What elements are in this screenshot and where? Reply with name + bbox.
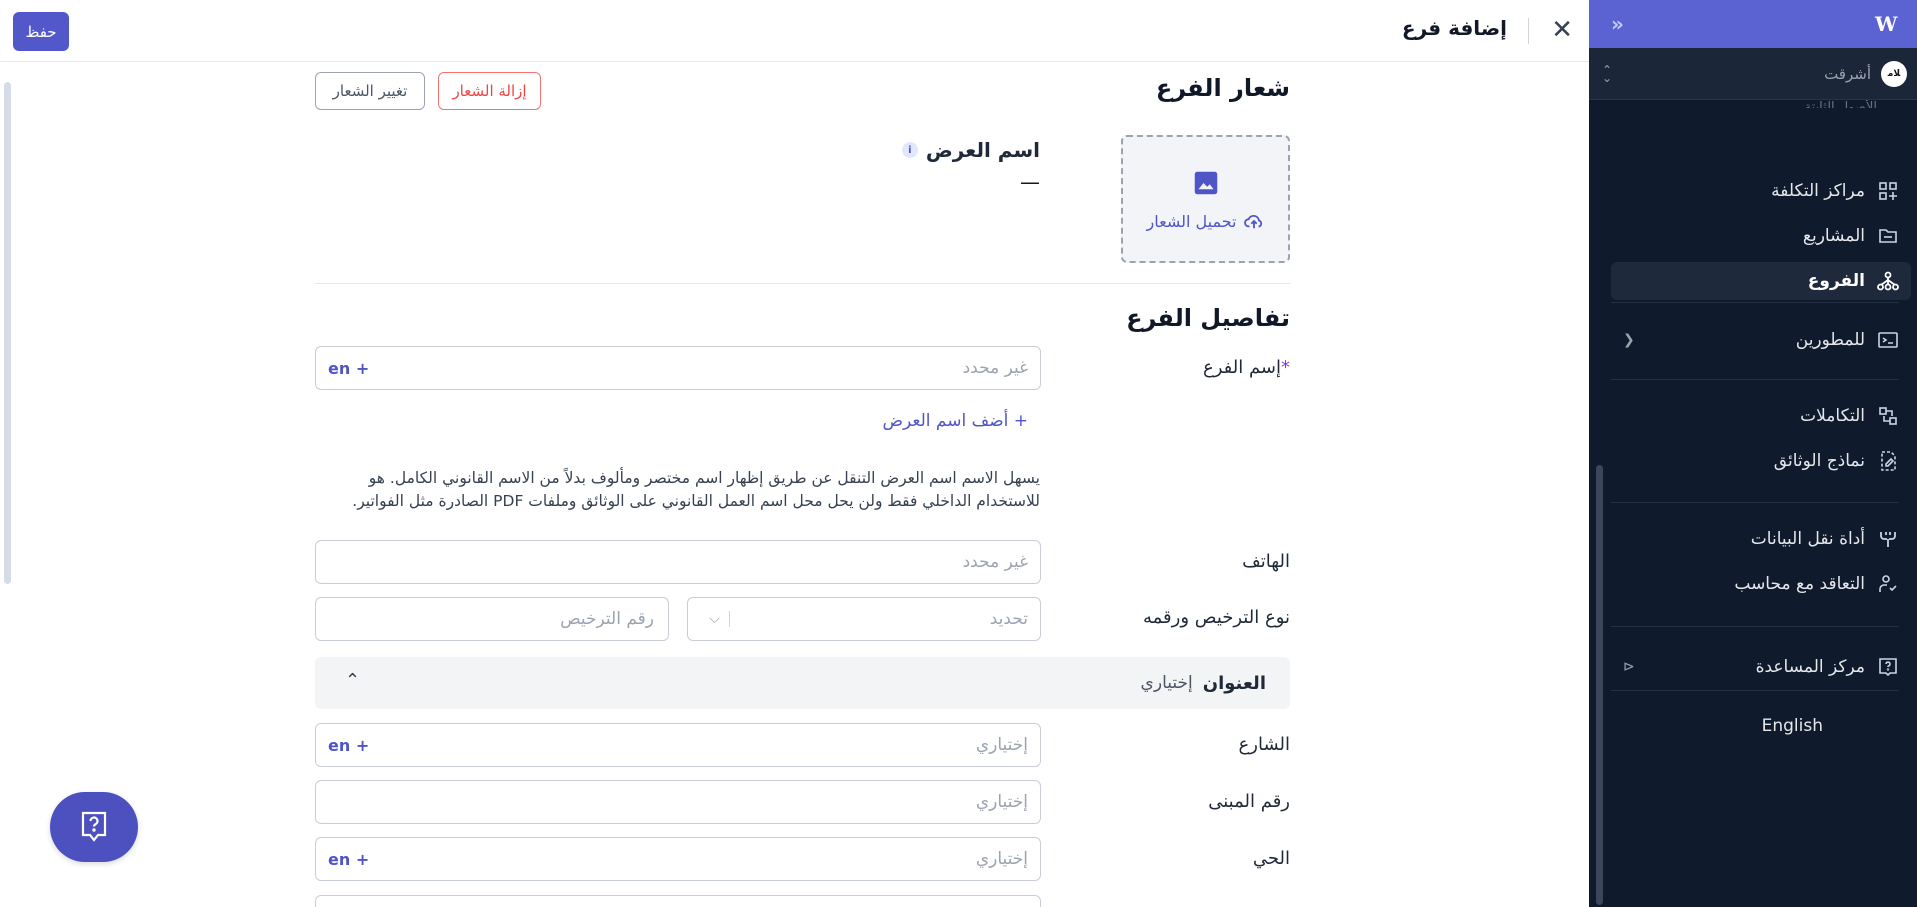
- sidebar-item-help-center[interactable]: مركز المساعدة ⊲: [1611, 648, 1911, 686]
- display-name-value: —: [1020, 170, 1040, 194]
- chevron-left-icon: ❮: [1623, 332, 1635, 348]
- details-section-title: تفاصيل الفرع: [1126, 304, 1290, 332]
- add-translation-button[interactable]: en +: [328, 736, 369, 755]
- district-label: الحي: [1252, 848, 1290, 869]
- avatar: ﻼﻣ: [1881, 60, 1907, 87]
- panel-header: ✕ إضافة فرع حفظ: [0, 0, 1589, 62]
- video-play-icon: ⊲: [1623, 659, 1635, 675]
- collapse-sidebar-icon[interactable]: »: [1611, 12, 1624, 36]
- sidebar-item-data-migration[interactable]: أداة نقل البيانات: [1611, 520, 1911, 558]
- chevron-down-icon: ⌵: [700, 611, 730, 627]
- organization-name: أشرقت: [1824, 64, 1871, 83]
- app-logo: W: [1875, 12, 1898, 36]
- address-optional-label: إختياري: [1140, 673, 1193, 693]
- help-chat-button[interactable]: [50, 792, 138, 862]
- add-branch-panel: ✕ إضافة فرع حفظ شعار الفرع إزالة الشعار …: [0, 0, 1589, 907]
- info-icon[interactable]: i: [901, 142, 918, 158]
- integrations-icon: [1877, 405, 1899, 427]
- sidebar-item-cost-centers[interactable]: مراكز التكلفة: [1611, 172, 1911, 210]
- sidebar-item-document-templates[interactable]: نماذج الوثائق: [1611, 442, 1911, 480]
- branch-name-label: *إسم الفرع: [1202, 357, 1290, 378]
- accountant-icon: [1877, 573, 1899, 595]
- sidebar-nav: الأصول الثابتة مراكز التكلفة المشاريع ال…: [1589, 100, 1917, 907]
- change-logo-button[interactable]: تغيير الشعار: [315, 72, 425, 110]
- street-label: الشارع: [1238, 734, 1290, 755]
- save-button[interactable]: حفظ: [13, 12, 69, 51]
- sidebar-item-branches[interactable]: الفروع: [1611, 262, 1911, 300]
- help-center-icon: [1877, 656, 1899, 678]
- add-display-name-link[interactable]: + أضف اسم العرض: [882, 411, 1028, 431]
- data-migration-icon: [1877, 528, 1899, 550]
- chevron-up-icon[interactable]: ⌃: [345, 670, 360, 691]
- add-translation-button[interactable]: en +: [328, 359, 369, 378]
- sidebar: » W ﻼﻣ أشرقت ⌃ ⌄ الأصول الثابتة مراكز الت…: [1589, 0, 1917, 907]
- branches-icon: [1877, 270, 1899, 292]
- section-divider: [315, 283, 1290, 284]
- license-label: نوع الترخيص ورقمه: [1143, 607, 1290, 628]
- building-number-input[interactable]: إختياري: [315, 780, 1041, 824]
- phone-input[interactable]: غير محدد: [315, 540, 1041, 584]
- phone-label: الهاتف: [1242, 551, 1290, 572]
- header-divider: [1528, 18, 1529, 44]
- terminal-icon: [1877, 329, 1899, 351]
- next-address-input[interactable]: [315, 895, 1041, 907]
- address-section-header[interactable]: العنوان إختياري ⌃: [315, 657, 1290, 709]
- page-title: إضافة فرع: [1401, 16, 1507, 40]
- address-title: العنوان: [1202, 672, 1266, 694]
- district-input[interactable]: إختياري en +: [315, 837, 1041, 881]
- display-name-heading: اسم العرض i: [901, 138, 1040, 162]
- sidebar-scrollbar[interactable]: [1596, 465, 1603, 905]
- upload-logo-label: تحميل الشعار: [1146, 211, 1237, 231]
- sidebar-header: » W: [1589, 0, 1917, 48]
- cloud-upload-icon: [1243, 214, 1262, 229]
- language-switch-link[interactable]: English: [1762, 716, 1823, 736]
- organization-switcher[interactable]: ﻼﻣ أشرقت ⌃ ⌄: [1589, 48, 1917, 100]
- sidebar-item-hire-accountant[interactable]: التعاقد مع محاسب: [1611, 565, 1911, 603]
- remove-logo-button[interactable]: إزالة الشعار: [438, 72, 541, 110]
- grid-plus-icon: [1877, 180, 1899, 202]
- folder-icon: [1877, 225, 1899, 247]
- license-number-input[interactable]: رقم الترخيص: [315, 597, 669, 641]
- license-type-select[interactable]: تحديد ⌵: [687, 597, 1041, 641]
- add-translation-button[interactable]: en +: [328, 850, 369, 869]
- branch-name-input[interactable]: غير محدد en +: [315, 346, 1041, 390]
- logo-upload-dropzone[interactable]: تحميل الشعار: [1121, 135, 1290, 263]
- sidebar-item-projects[interactable]: المشاريع: [1611, 217, 1911, 255]
- document-template-icon: [1877, 450, 1899, 472]
- image-icon: [1194, 171, 1217, 194]
- display-name-help-text: يسهل الاسم اسم العرض التنقل عن طريق إظها…: [352, 469, 1040, 510]
- chevron-up-down-icon: ⌃ ⌄: [1601, 62, 1613, 85]
- panel-scrollbar[interactable]: [4, 82, 11, 584]
- close-icon[interactable]: ✕: [1551, 16, 1573, 44]
- street-input[interactable]: إختياري en +: [315, 723, 1041, 767]
- sidebar-item-fixed-assets[interactable]: الأصول الثابتة: [1589, 100, 1917, 108]
- logo-section-title: شعار الفرع: [1155, 74, 1290, 102]
- sidebar-item-integrations[interactable]: التكاملات: [1611, 397, 1911, 435]
- help-chat-icon: [81, 811, 107, 842]
- building-number-label: رقم المبنى: [1208, 791, 1290, 812]
- sidebar-item-developers[interactable]: للمطورين ❮: [1611, 321, 1911, 359]
